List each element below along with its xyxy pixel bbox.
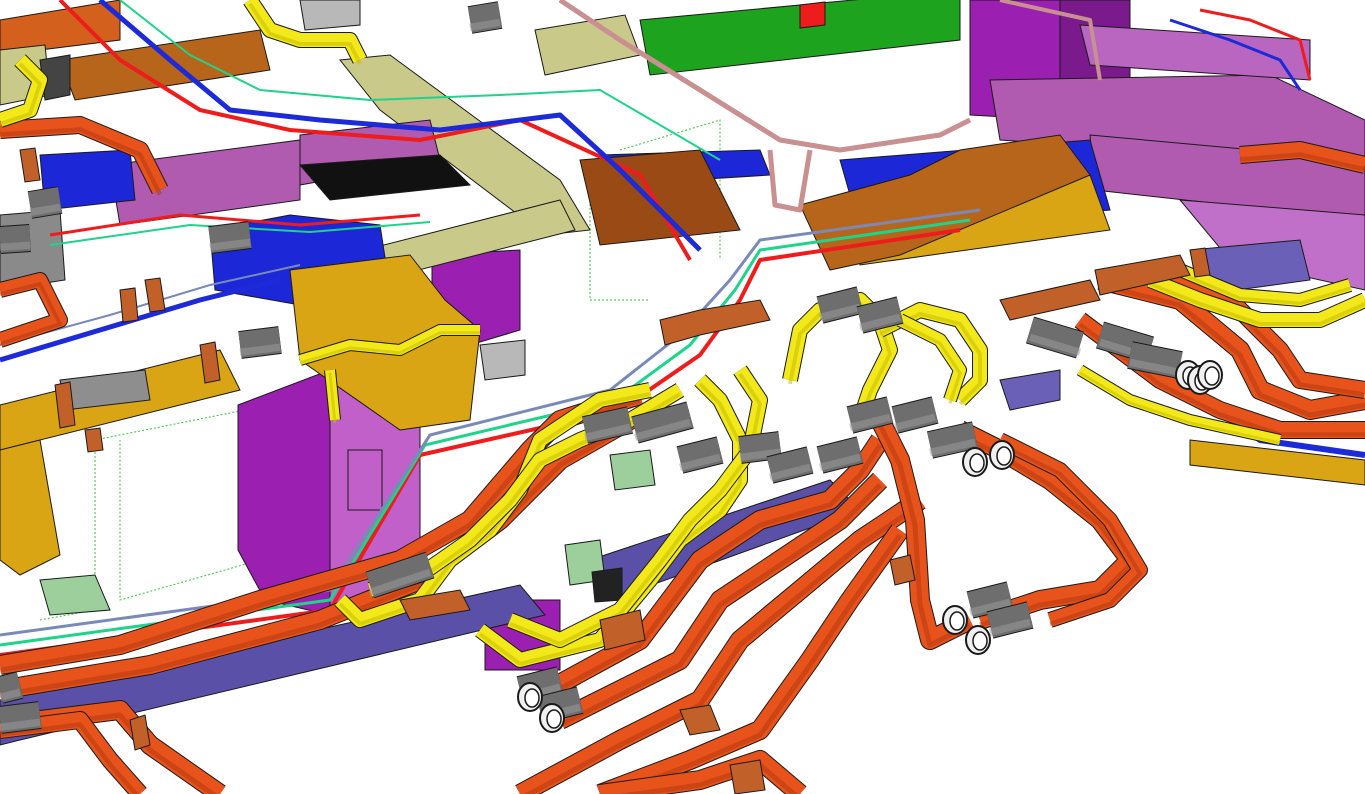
pipe-support-3[interactable] <box>84 427 104 453</box>
grey-sleeve-23[interactable] <box>27 186 63 219</box>
light-grey-unit-2[interactable] <box>479 339 526 381</box>
pipe-end-cap[interactable] <box>942 605 968 635</box>
pink-drain-drop[interactable] <box>767 149 813 213</box>
pipe-end-cap[interactable] <box>539 703 565 733</box>
yellow-pipe-7[interactable] <box>896 313 967 404</box>
grey-sleeve-23-shade <box>29 203 61 216</box>
orange-pipe-top-left[interactable] <box>0 272 68 348</box>
grey-sleeve-2[interactable] <box>581 406 634 444</box>
pipe-end-cap[interactable] <box>962 447 988 477</box>
grey-sleeve-20-shade <box>0 688 21 701</box>
pipe-end-cap[interactable] <box>965 625 991 655</box>
end-cap-bore <box>969 453 985 473</box>
grey-sleeve-24[interactable] <box>238 326 282 359</box>
pipe-support-6[interactable] <box>144 277 166 313</box>
grey-sleeve-17[interactable] <box>986 601 1034 639</box>
grey-sleeve-24-body <box>238 327 282 358</box>
end-cap-bore <box>546 709 562 729</box>
grey-sleeve-12[interactable] <box>856 296 904 334</box>
grey-sleeve-20[interactable] <box>0 671 24 704</box>
grey-sleeve-9[interactable] <box>891 396 939 434</box>
grey-sleeve-21-body <box>0 702 42 733</box>
grey-sleeve-26-shade <box>0 241 31 251</box>
grey-sleeve-8[interactable] <box>846 396 894 434</box>
light-grey-unit[interactable] <box>299 0 361 31</box>
pipe-support-13[interactable] <box>679 704 721 736</box>
pipe-support-15[interactable] <box>889 554 916 586</box>
grey-sleeve-6[interactable] <box>766 446 814 484</box>
grey-sleeve-26[interactable] <box>0 224 31 254</box>
pipe-end-cap[interactable] <box>517 682 543 712</box>
pale-green-box-left[interactable] <box>39 574 111 616</box>
end-cap-bore <box>524 688 540 708</box>
pale-green-box-mid[interactable] <box>609 449 656 491</box>
grey-sleeve-23-body <box>27 187 63 218</box>
yellow-duct-right-low[interactable] <box>1189 439 1365 486</box>
yellow-duct-left-elbow[interactable] <box>0 439 61 576</box>
violet-beam-right[interactable] <box>999 369 1061 411</box>
yellow-pipe-vertical[interactable] <box>324 369 341 423</box>
grey-sleeve-26-body <box>0 225 31 253</box>
mep-3d-scene[interactable]: .fill-magenta{fill:#9b1fb0;stroke:#1a1a1… <box>0 0 1365 794</box>
dark-grey-box[interactable] <box>591 567 623 603</box>
pipe-support-11[interactable] <box>129 714 151 751</box>
grey-sleeve-21[interactable] <box>0 701 42 734</box>
grey-sleeve-24-shade <box>239 343 281 356</box>
grey-sleeve-25[interactable] <box>467 1 503 34</box>
grey-sleeve-11[interactable] <box>816 286 864 324</box>
end-cap-bore <box>972 631 988 651</box>
grey-sleeve-7[interactable] <box>816 436 864 474</box>
grey-sleeve-25-body <box>467 2 503 33</box>
grey-sleeve-3[interactable] <box>631 401 694 444</box>
pipe-end-cap[interactable] <box>1197 360 1223 390</box>
end-cap-bore <box>996 446 1012 466</box>
brown-duct-top-left-2[interactable] <box>0 0 121 56</box>
grey-sleeve-22-body <box>208 222 252 253</box>
pipe-support-4[interactable] <box>19 147 41 183</box>
grey-sleeve-22-shade <box>209 238 251 251</box>
grey-sleeve-14[interactable] <box>1127 341 1183 379</box>
grey-sleeve-20-body <box>0 672 24 703</box>
pipe-support-5[interactable] <box>119 287 139 323</box>
pipe-support-7[interactable] <box>659 299 771 346</box>
model-viewport[interactable]: .fill-magenta{fill:#9b1fb0;stroke:#1a1a1… <box>0 0 1365 794</box>
grey-sleeve-21-shade <box>0 718 41 731</box>
grey-sleeve-4[interactable] <box>676 436 724 474</box>
grey-sleeve-25-shade <box>469 18 501 31</box>
end-cap-bore <box>949 611 965 631</box>
pipe-end-cap[interactable] <box>989 440 1015 470</box>
grey-sleeve-15[interactable] <box>1025 316 1085 359</box>
end-cap-bore <box>1204 366 1220 386</box>
green-duct-red-band <box>799 1 826 29</box>
grey-sleeve-5-body <box>738 432 782 463</box>
grey-sleeve-22[interactable] <box>208 221 252 254</box>
pipe-support-14[interactable] <box>729 759 766 794</box>
